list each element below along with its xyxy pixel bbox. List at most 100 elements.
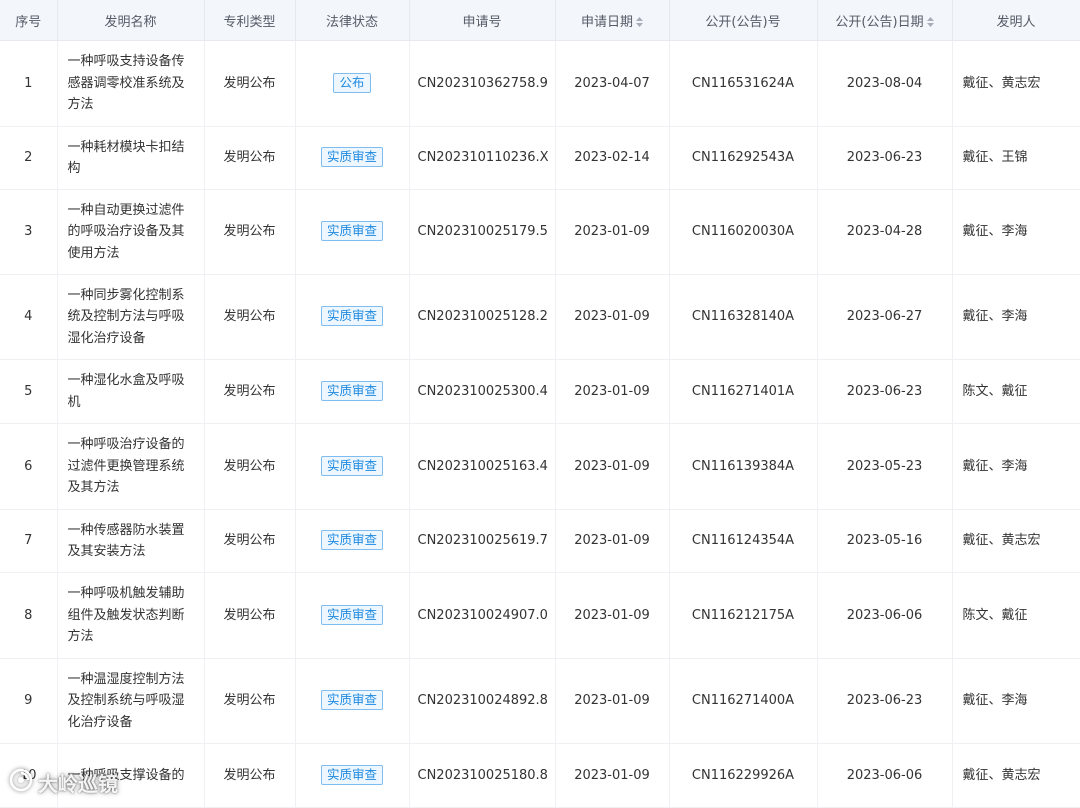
inventors: 戴征、李海 (952, 423, 1080, 510)
status-badge: 实质审查 (320, 221, 383, 242)
col-status: 法律状态 (295, 0, 410, 41)
application-number: CN202310024892.8 (409, 658, 556, 744)
col-app-date[interactable]: 申请日期 (555, 0, 670, 41)
legal-status: 公布 (295, 40, 410, 127)
application-number: CN202310362758.9 (409, 40, 556, 127)
patent-type: 发明公布 (204, 359, 296, 424)
publication-date: 2023-06-23 (817, 359, 953, 424)
publication-number: CN116020030A (669, 189, 818, 275)
inventors: 陈文、戴征 (952, 572, 1080, 659)
inventors: 戴征、李海 (952, 658, 1080, 744)
invention-name[interactable]: 一种呼吸治疗设备的过滤件更换管理系统及其方法 (57, 423, 205, 510)
patent-type: 发明公布 (204, 658, 296, 744)
col-name: 发明名称 (57, 0, 205, 41)
legal-status: 实质审查 (295, 274, 410, 360)
patent-type: 发明公布 (204, 423, 296, 510)
application-date: 2023-01-09 (555, 572, 670, 659)
row-index: 8 (0, 572, 58, 659)
application-number: CN202310025619.7 (409, 509, 556, 573)
table-body: 1 一种呼吸支持设备传感器调零校准系统及方法 发明公布 公布 CN2023103… (0, 40, 1080, 808)
table-row[interactable]: 7 一种传感器防水装置及其安装方法 发明公布 实质审查 CN2023100256… (0, 509, 1080, 573)
invention-name[interactable]: 一种呼吸支持设备传感器调零校准系统及方法 (57, 40, 205, 127)
publication-number: CN116229926A (669, 743, 818, 808)
patent-type: 发明公布 (204, 743, 296, 808)
invention-name[interactable]: 一种呼吸支撑设备的 (57, 743, 205, 808)
invention-name[interactable]: 一种同步雾化控制系统及控制方法与呼吸湿化治疗设备 (57, 274, 205, 360)
invention-name[interactable]: 一种传感器防水装置及其安装方法 (57, 509, 205, 573)
table-row[interactable]: 4 一种同步雾化控制系统及控制方法与呼吸湿化治疗设备 发明公布 实质审查 CN2… (0, 274, 1080, 360)
application-date: 2023-01-09 (555, 743, 670, 808)
publication-date: 2023-06-23 (817, 658, 953, 744)
table-row[interactable]: 9 一种温湿度控制方法及控制系统与呼吸湿化治疗设备 发明公布 实质审查 CN20… (0, 658, 1080, 744)
col-index: 序号 (0, 0, 58, 41)
publication-date: 2023-05-23 (817, 423, 953, 510)
legal-status: 实质审查 (295, 359, 410, 424)
status-badge: 实质审查 (320, 380, 383, 401)
invention-name[interactable]: 一种温湿度控制方法及控制系统与呼吸湿化治疗设备 (57, 658, 205, 744)
legal-status: 实质审查 (295, 743, 410, 808)
invention-name[interactable]: 一种自动更换过滤件的呼吸治疗设备及其使用方法 (57, 189, 205, 275)
row-index: 5 (0, 359, 58, 424)
table-header: 序号 发明名称 专利类型 法律状态 申请号 申请日期 公开(公告)号 公开(公告… (0, 0, 1080, 41)
table-row[interactable]: 1 一种呼吸支持设备传感器调零校准系统及方法 发明公布 公布 CN2023103… (0, 40, 1080, 127)
row-index: 9 (0, 658, 58, 744)
application-date: 2023-01-09 (555, 423, 670, 510)
legal-status: 实质审查 (295, 189, 410, 275)
publication-date: 2023-04-28 (817, 189, 953, 275)
status-badge: 实质审查 (320, 530, 383, 551)
application-number: CN202310025128.2 (409, 274, 556, 360)
publication-number: CN116212175A (669, 572, 818, 659)
application-date: 2023-04-07 (555, 40, 670, 127)
table-row[interactable]: 5 一种湿化水盒及呼吸机 发明公布 实质审查 CN202310025300.4 … (0, 359, 1080, 424)
application-date: 2023-01-09 (555, 509, 670, 573)
row-index: 3 (0, 189, 58, 275)
application-date: 2023-01-09 (555, 189, 670, 275)
col-pub-date[interactable]: 公开(公告)日期 (817, 0, 953, 41)
status-badge: 实质审查 (320, 455, 383, 476)
publication-number: CN116531624A (669, 40, 818, 127)
table-row[interactable]: 2 一种耗材模块卡扣结构 发明公布 实质审查 CN202310110236.X … (0, 126, 1080, 190)
patent-type: 发明公布 (204, 40, 296, 127)
application-number: CN202310025179.5 (409, 189, 556, 275)
patent-type: 发明公布 (204, 274, 296, 360)
row-index: 2 (0, 126, 58, 190)
col-pub-no: 公开(公告)号 (669, 0, 818, 41)
inventors: 戴征、李海 (952, 274, 1080, 360)
status-badge: 实质审查 (320, 306, 383, 327)
table-row[interactable]: 3 一种自动更换过滤件的呼吸治疗设备及其使用方法 发明公布 实质审查 CN202… (0, 189, 1080, 275)
application-date: 2023-01-09 (555, 274, 670, 360)
invention-name[interactable]: 一种呼吸机触发辅助组件及触发状态判断方法 (57, 572, 205, 659)
col-type: 专利类型 (204, 0, 296, 41)
legal-status: 实质审查 (295, 509, 410, 573)
sort-arrows-icon[interactable] (636, 17, 643, 27)
row-index: 4 (0, 274, 58, 360)
inventors: 戴征、黄志宏 (952, 743, 1080, 808)
publication-number: CN116271401A (669, 359, 818, 424)
legal-status: 实质审查 (295, 658, 410, 744)
application-number: CN202310025163.4 (409, 423, 556, 510)
publication-date: 2023-06-06 (817, 572, 953, 659)
sort-arrows-icon[interactable] (926, 17, 934, 27)
status-badge: 实质审查 (320, 147, 383, 168)
publication-number: CN116292543A (669, 126, 818, 190)
invention-name[interactable]: 一种湿化水盒及呼吸机 (57, 359, 205, 424)
status-badge: 实质审查 (320, 604, 383, 625)
row-index: 1 (0, 40, 58, 127)
application-date: 2023-01-09 (555, 359, 670, 424)
legal-status: 实质审查 (295, 126, 410, 190)
table-row[interactable]: 6 一种呼吸治疗设备的过滤件更换管理系统及其方法 发明公布 实质审查 CN202… (0, 423, 1080, 510)
table-row[interactable]: 8 一种呼吸机触发辅助组件及触发状态判断方法 发明公布 实质审查 CN20231… (0, 572, 1080, 659)
inventors: 戴征、王锦 (952, 126, 1080, 190)
publication-number: CN116124354A (669, 509, 818, 573)
patent-type: 发明公布 (204, 509, 296, 573)
application-number: CN202310025300.4 (409, 359, 556, 424)
status-badge: 实质审查 (320, 690, 383, 711)
application-number: CN202310024907.0 (409, 572, 556, 659)
publication-date: 2023-06-23 (817, 126, 953, 190)
table-row[interactable]: 10 一种呼吸支撑设备的 发明公布 实质审查 CN202310025180.8 … (0, 743, 1080, 808)
patent-type: 发明公布 (204, 126, 296, 190)
publication-date: 2023-05-16 (817, 509, 953, 573)
legal-status: 实质审查 (295, 423, 410, 510)
row-index: 6 (0, 423, 58, 510)
invention-name[interactable]: 一种耗材模块卡扣结构 (57, 126, 205, 190)
